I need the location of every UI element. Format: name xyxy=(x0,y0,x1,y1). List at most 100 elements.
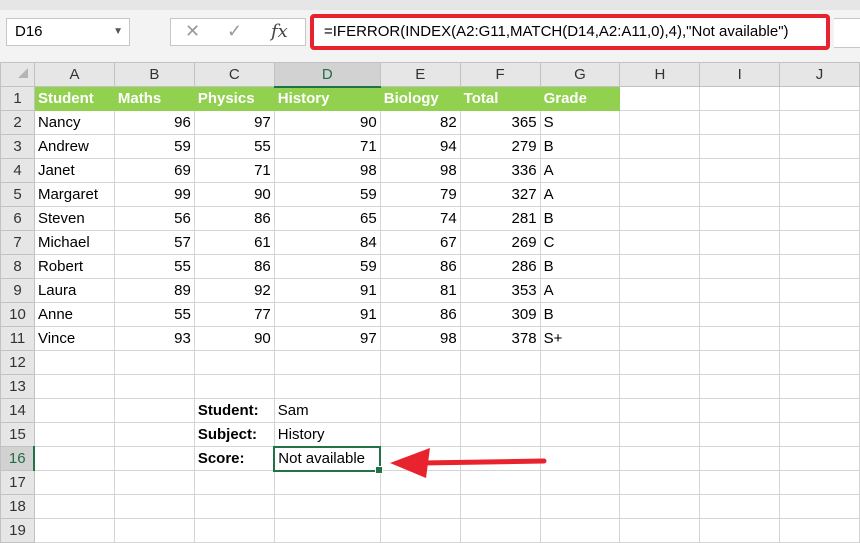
data-cell[interactable]: 99 xyxy=(113,182,195,207)
grid-cell[interactable] xyxy=(193,494,275,519)
row-header[interactable]: 3 xyxy=(0,134,35,159)
data-cell[interactable]: Anne xyxy=(33,302,115,327)
grid-cell[interactable] xyxy=(619,518,701,543)
row-header[interactable]: 11 xyxy=(0,326,35,351)
data-cell[interactable]: 269 xyxy=(459,230,541,255)
grid-cell[interactable] xyxy=(33,518,115,543)
grid-cell[interactable] xyxy=(539,518,621,543)
grid-cell[interactable] xyxy=(33,350,115,375)
data-cell[interactable]: 365 xyxy=(459,110,541,135)
grid-cell[interactable] xyxy=(459,422,541,447)
data-cell[interactable]: A xyxy=(539,158,621,183)
grid-cell[interactable] xyxy=(699,350,781,375)
grid-cell[interactable] xyxy=(699,86,781,111)
row-header[interactable]: 6 xyxy=(0,206,35,231)
grid-cell[interactable] xyxy=(619,422,701,447)
data-cell[interactable]: Vince xyxy=(33,326,115,351)
grid-cell[interactable] xyxy=(779,302,860,327)
grid-cell[interactable] xyxy=(619,206,701,231)
data-cell[interactable]: 55 xyxy=(113,254,195,279)
grid-cell[interactable] xyxy=(699,302,781,327)
header-cell[interactable]: History xyxy=(273,86,381,111)
data-cell[interactable]: 86 xyxy=(379,254,461,279)
data-cell[interactable]: 86 xyxy=(193,254,275,279)
data-cell[interactable]: 59 xyxy=(113,134,195,159)
data-cell[interactable]: A xyxy=(539,278,621,303)
grid-cell[interactable] xyxy=(699,110,781,135)
grid-cell[interactable] xyxy=(113,398,195,423)
column-header[interactable]: B xyxy=(113,62,195,87)
grid-cell[interactable] xyxy=(619,134,701,159)
grid-cell[interactable] xyxy=(699,422,781,447)
data-cell[interactable]: B xyxy=(539,302,621,327)
grid-cell[interactable] xyxy=(113,374,195,399)
data-cell[interactable]: A xyxy=(539,182,621,207)
grid-cell[interactable] xyxy=(33,422,115,447)
data-cell[interactable]: Janet xyxy=(33,158,115,183)
data-cell[interactable]: 77 xyxy=(193,302,275,327)
data-cell[interactable]: 96 xyxy=(113,110,195,135)
grid-cell[interactable] xyxy=(779,254,860,279)
data-cell[interactable]: 90 xyxy=(193,326,275,351)
row-header[interactable]: 2 xyxy=(0,110,35,135)
grid-cell[interactable] xyxy=(539,398,621,423)
grid-cell[interactable] xyxy=(459,374,541,399)
row-header[interactable]: 13 xyxy=(0,374,35,399)
row-header[interactable]: 18 xyxy=(0,494,35,519)
grid-cell[interactable] xyxy=(619,278,701,303)
grid-cell[interactable] xyxy=(619,470,701,495)
grid-cell[interactable] xyxy=(619,182,701,207)
data-cell[interactable]: 55 xyxy=(193,134,275,159)
row-header[interactable]: 4 xyxy=(0,158,35,183)
data-cell[interactable]: Michael xyxy=(33,230,115,255)
data-cell[interactable]: Robert xyxy=(33,254,115,279)
grid-cell[interactable] xyxy=(273,374,381,399)
grid-cell[interactable] xyxy=(699,182,781,207)
grid-cell[interactable] xyxy=(33,470,115,495)
header-cell[interactable]: Grade xyxy=(539,86,621,111)
data-cell[interactable]: C xyxy=(539,230,621,255)
grid-cell[interactable] xyxy=(699,254,781,279)
grid-cell[interactable] xyxy=(113,446,195,471)
data-cell[interactable]: 327 xyxy=(459,182,541,207)
grid-cell[interactable] xyxy=(779,350,860,375)
column-header[interactable]: F xyxy=(459,62,541,87)
row-header[interactable]: 8 xyxy=(0,254,35,279)
grid-cell[interactable] xyxy=(113,422,195,447)
data-cell[interactable]: 94 xyxy=(379,134,461,159)
grid-cell[interactable] xyxy=(779,206,860,231)
grid-cell[interactable] xyxy=(779,110,860,135)
student-value[interactable]: Sam xyxy=(273,398,381,423)
score-value-active-cell[interactable]: Not available xyxy=(273,445,384,474)
data-cell[interactable]: 98 xyxy=(379,326,461,351)
data-cell[interactable]: 55 xyxy=(113,302,195,327)
data-cell[interactable]: 67 xyxy=(379,230,461,255)
row-header[interactable]: 15 xyxy=(0,422,35,447)
grid-cell[interactable] xyxy=(193,374,275,399)
data-cell[interactable]: 65 xyxy=(273,206,381,231)
data-cell[interactable]: Laura xyxy=(33,278,115,303)
grid-cell[interactable] xyxy=(539,422,621,447)
grid-cell[interactable] xyxy=(33,494,115,519)
grid-cell[interactable] xyxy=(779,398,860,423)
grid-cell[interactable] xyxy=(699,518,781,543)
data-cell[interactable]: S xyxy=(539,110,621,135)
grid-cell[interactable] xyxy=(113,350,195,375)
column-header[interactable]: C xyxy=(193,62,275,87)
row-header[interactable]: 5 xyxy=(0,182,35,207)
grid-cell[interactable] xyxy=(779,518,860,543)
data-cell[interactable]: 57 xyxy=(113,230,195,255)
data-cell[interactable]: 81 xyxy=(379,278,461,303)
grid-cell[interactable] xyxy=(699,374,781,399)
data-cell[interactable]: S+ xyxy=(539,326,621,351)
header-cell[interactable]: Student xyxy=(33,86,115,111)
column-header[interactable]: A xyxy=(33,62,115,87)
grid-cell[interactable] xyxy=(459,350,541,375)
grid-cell[interactable] xyxy=(699,134,781,159)
grid-cell[interactable] xyxy=(193,518,275,543)
data-cell[interactable]: 90 xyxy=(193,182,275,207)
grid-cell[interactable] xyxy=(273,518,381,543)
chevron-down-icon[interactable]: ▼ xyxy=(113,19,123,45)
row-header[interactable]: 17 xyxy=(0,470,35,495)
grid-cell[interactable] xyxy=(619,254,701,279)
